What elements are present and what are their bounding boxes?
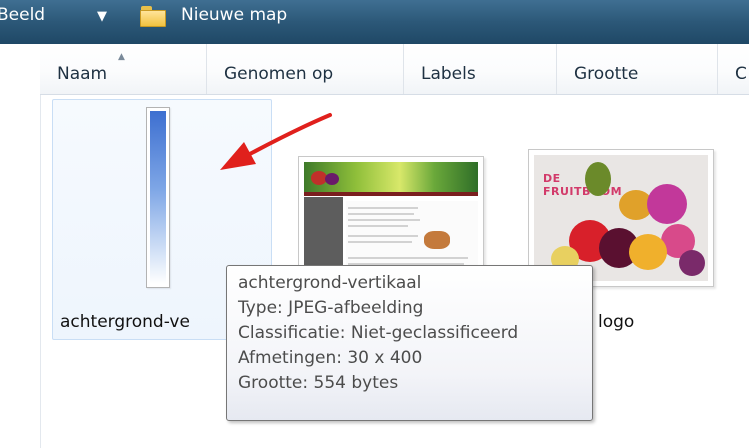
- column-header-name[interactable]: ▲ Naam: [40, 44, 207, 94]
- red-arrow-icon: [220, 113, 332, 170]
- command-bar: Beeld ▼ Nieuwe map: [0, 0, 749, 44]
- tooltip-dimensions: Afmetingen: 30 x 400: [238, 348, 423, 368]
- column-header-more[interactable]: C: [718, 44, 749, 94]
- file-label[interactable]: achtergrond-ve: [60, 312, 190, 332]
- file-info-tooltip: achtergrond-vertikaal Type: JPEG-afbeeld…: [226, 265, 593, 421]
- sort-ascending-icon: ▲: [118, 52, 125, 62]
- file-label[interactable]: logo: [598, 312, 634, 332]
- tooltip-file-name: achtergrond-vertikaal: [238, 273, 422, 293]
- column-header-labels[interactable]: Labels: [404, 44, 557, 94]
- view-menu-button[interactable]: Beeld: [0, 5, 45, 25]
- tooltip-rating: Classificatie: Niet-geclassificeerd: [238, 323, 519, 343]
- column-header-size[interactable]: Grootte: [557, 44, 718, 94]
- new-folder-button[interactable]: Nieuwe map: [181, 5, 287, 25]
- chevron-down-icon[interactable]: ▼: [97, 9, 107, 24]
- file-thumbnail[interactable]: [146, 107, 170, 288]
- folder-icon: [140, 6, 166, 28]
- tooltip-file-size: Grootte: 554 bytes: [238, 373, 399, 393]
- column-header-date-taken[interactable]: Genomen op: [207, 44, 404, 94]
- column-header-bar: ▲ Naam Genomen op Labels Grootte C: [40, 44, 749, 95]
- navigation-pane: [0, 44, 41, 448]
- tooltip-file-type: Type: JPEG-afbeelding: [238, 298, 424, 318]
